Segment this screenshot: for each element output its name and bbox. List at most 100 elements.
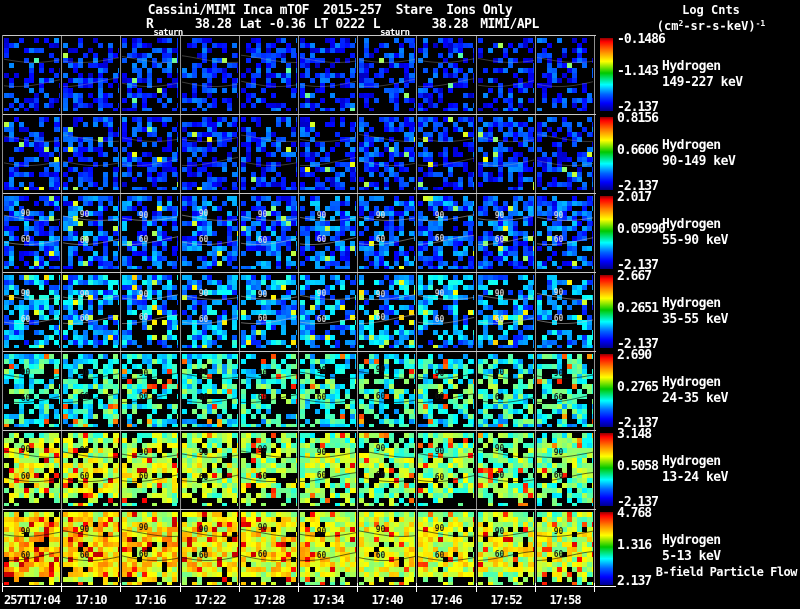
skymap-panel [241, 196, 297, 269]
colorbar-top-label: 3.148 [617, 427, 652, 442]
skymap-panel [300, 512, 356, 585]
colorbar-units-line1: Log Cnts [682, 3, 740, 17]
time-axis-line [3, 586, 616, 587]
skymap-panel [418, 354, 474, 427]
skymap-panel [537, 275, 593, 348]
lt-value: LT 0222 [313, 17, 365, 32]
row-species-label: Hydrogen [662, 59, 721, 74]
time-axis-tick [357, 583, 358, 592]
column-boundary-line [120, 35, 121, 585]
title-mode: Stare [395, 3, 433, 18]
skymap-panel [241, 117, 297, 190]
lat-value: Lat -0.36 [239, 17, 306, 32]
skymap-panel [418, 38, 474, 111]
skymap-panel [359, 354, 415, 427]
skymap-panel [537, 433, 593, 506]
skymap-panel [478, 196, 534, 269]
r-subscript: saturn [153, 28, 183, 38]
skymap-panel [4, 354, 60, 427]
colorbar-top-label: 4.768 [617, 506, 652, 521]
row-energy-label: 55-90 keV [662, 233, 728, 248]
skymap-panel [300, 433, 356, 506]
row-frame-line [3, 193, 596, 194]
skymap-panel [182, 512, 238, 585]
row-frame-line [3, 272, 596, 273]
skymap-panel [359, 433, 415, 506]
skymap-panel [122, 275, 178, 348]
time-axis-label: 17:58 [549, 593, 581, 607]
row-frame-line [3, 509, 596, 510]
row-colorbar [600, 196, 613, 269]
skymap-panel [300, 196, 356, 269]
skymap-panel [241, 512, 297, 585]
time-axis-tick [594, 583, 595, 592]
skymap-panel [300, 117, 356, 190]
colorbar-top-label: 2.667 [617, 269, 652, 284]
row-species-label: Hydrogen [662, 217, 721, 232]
skymap-panel [122, 433, 178, 506]
skymap-panel [63, 38, 119, 111]
time-axis-tick [476, 583, 477, 592]
time-axis-tick [298, 583, 299, 592]
l-subscript: saturn [380, 28, 410, 38]
title-instrument: Cassini/MIMI Inca mTOF [147, 3, 310, 18]
row-colorbar [600, 117, 613, 190]
time-axis-tick [416, 583, 417, 592]
row-colorbar [600, 38, 613, 111]
skymap-panel [182, 275, 238, 348]
skymap-panel [537, 354, 593, 427]
skymap-panel [418, 512, 474, 585]
row-frame-line [3, 351, 596, 352]
skymap-panel [359, 196, 415, 269]
row-frame-line [3, 430, 596, 431]
row-energy-label: 90-149 keV [662, 154, 736, 169]
row-colorbar [600, 433, 613, 506]
colorbar-mid-label: 0.6606 [617, 143, 659, 158]
row-energy-label: 13-24 keV [662, 470, 728, 485]
skymap-panel [418, 117, 474, 190]
time-axis-tick [2, 583, 3, 592]
spectrogram-screen: { "header": { "instrument": "Cassini/MIM… [0, 0, 800, 609]
column-boundary-line [180, 35, 181, 585]
colorbar-top-label: -0.1486 [617, 32, 666, 47]
skymap-panel [359, 512, 415, 585]
column-boundary-line [416, 35, 417, 585]
column-boundary-line [61, 35, 62, 585]
column-boundary-line [239, 35, 240, 585]
skymap-panel [418, 275, 474, 348]
colorbar-mid-label: 0.05990 [617, 222, 666, 237]
skymap-panel [241, 354, 297, 427]
skymap-panel [122, 117, 178, 190]
skymap-panel [359, 275, 415, 348]
colorbar-bottom-label: 2.137 [617, 574, 652, 589]
colorbar-top-label: 2.017 [617, 190, 652, 205]
l-label: L [372, 17, 381, 32]
row-frame-line [3, 35, 596, 36]
skymap-panel [537, 38, 593, 111]
skymap-panel [122, 354, 178, 427]
skymap-panel [478, 512, 534, 585]
row-energy-label: 35-55 keV [662, 312, 728, 327]
column-boundary-line [535, 35, 536, 585]
skymap-panel [418, 433, 474, 506]
colorbar-mid-label: 0.2651 [617, 301, 659, 316]
skymap-panel [182, 38, 238, 111]
row-species-label: Hydrogen [662, 296, 721, 311]
skymap-panel [478, 117, 534, 190]
skymap-panel [300, 354, 356, 427]
skymap-panel [63, 275, 119, 348]
row-colorbar [600, 354, 613, 427]
skymap-panel [182, 433, 238, 506]
column-boundary-line [476, 35, 477, 585]
colorbar-units-header: Log Cnts (cm2-sr-s-keV)-1 [626, 3, 796, 33]
colorbar-mid-label: 1.316 [617, 538, 652, 553]
bfield-particle-flow-note: B-field Particle Flow [655, 565, 798, 579]
skymap-panel [478, 38, 534, 111]
skymap-panel [300, 275, 356, 348]
row-species-label: Hydrogen [662, 375, 721, 390]
row-energy-label: 149-227 keV [662, 75, 743, 90]
row-energy-label: 24-35 keV [662, 391, 728, 406]
credit-label: MIMI/APL [480, 17, 539, 32]
skymap-panel [63, 117, 119, 190]
r-value: 38.28 [194, 17, 232, 32]
